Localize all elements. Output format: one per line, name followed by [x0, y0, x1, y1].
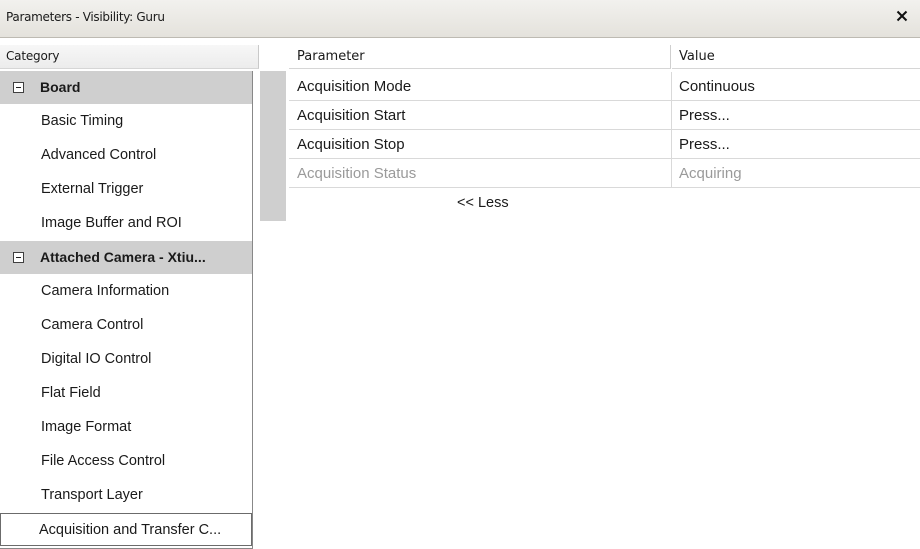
category-item-label: Advanced Control — [41, 147, 157, 163]
column-divider — [671, 130, 672, 159]
parameter-value-button[interactable]: Press... — [679, 107, 730, 124]
category-item-label: Image Format — [41, 419, 132, 435]
category-item-digital-io-control[interactable]: Digital IO Control — [0, 343, 252, 376]
category-item-transport-layer[interactable]: Transport Layer — [0, 479, 252, 512]
category-group-board[interactable]: Board — [0, 71, 252, 104]
less-link[interactable]: << Less — [457, 195, 509, 211]
parameter-name: Acquisition Stop — [297, 136, 405, 153]
category-header-label: Category — [6, 49, 60, 63]
parameter-row-acquisition-mode[interactable]: Acquisition Mode Continuous — [289, 72, 920, 101]
category-item-label: File Access Control — [41, 453, 166, 469]
parameter-column-header[interactable]: Parameter — [289, 45, 671, 69]
parameter-value-select[interactable]: Continuous — [679, 78, 755, 95]
category-item-file-access-control[interactable]: File Access Control — [0, 445, 252, 478]
row-header-gutter — [260, 71, 286, 221]
parameter-name: Acquisition Start — [297, 107, 406, 124]
category-item-label: Digital IO Control — [41, 351, 152, 367]
column-divider — [671, 159, 672, 188]
close-icon — [896, 10, 908, 26]
category-item-camera-information[interactable]: Camera Information — [0, 275, 252, 308]
category-item-label: Camera Control — [41, 317, 144, 333]
category-item-flat-field[interactable]: Flat Field — [0, 377, 252, 410]
category-item-label: Transport Layer — [41, 487, 143, 503]
parameter-row-acquisition-status: Acquisition Status Acquiring — [289, 159, 920, 188]
category-item-label: Acquisition and Transfer C... — [39, 522, 222, 538]
column-divider — [671, 72, 672, 101]
category-group-label: Board — [40, 79, 81, 95]
category-item-image-format[interactable]: Image Format — [0, 411, 252, 444]
category-item-label: Basic Timing — [41, 113, 124, 129]
parameter-row-acquisition-start[interactable]: Acquisition Start Press... — [289, 101, 920, 130]
parameter-row-acquisition-stop[interactable]: Acquisition Stop Press... — [289, 130, 920, 159]
parameter-value-readonly: Acquiring — [679, 165, 742, 182]
category-header: Category — [0, 45, 259, 69]
collapse-icon[interactable] — [13, 252, 24, 263]
category-group-label: Attached Camera - Xtiu... — [40, 249, 206, 265]
category-item-image-buffer-roi[interactable]: Image Buffer and ROI — [0, 207, 252, 240]
value-column-header[interactable]: Value — [672, 45, 920, 69]
parameter-value-button[interactable]: Press... — [679, 136, 730, 153]
collapse-icon[interactable] — [13, 82, 24, 93]
category-item-label: External Trigger — [41, 181, 144, 197]
window-title: Parameters - Visibility: Guru — [6, 10, 165, 24]
category-item-label: Image Buffer and ROI — [41, 215, 182, 231]
close-button[interactable] — [890, 6, 914, 30]
category-item-advanced-control[interactable]: Advanced Control — [0, 139, 252, 172]
value-header-label: Value — [679, 49, 715, 64]
category-group-attached-camera[interactable]: Attached Camera - Xtiu... — [0, 241, 252, 274]
category-item-label: Camera Information — [41, 283, 170, 299]
parameter-name: Acquisition Status — [297, 165, 417, 182]
parameter-name: Acquisition Mode — [297, 78, 412, 95]
category-item-acquisition-transfer[interactable]: Acquisition and Transfer C... — [0, 513, 252, 546]
title-bar: Parameters - Visibility: Guru — [0, 0, 920, 38]
parameter-header-label: Parameter — [297, 49, 365, 64]
category-item-camera-control[interactable]: Camera Control — [0, 309, 252, 342]
category-tree[interactable]: Board Basic Timing Advanced Control Exte… — [0, 71, 253, 549]
category-item-label: Flat Field — [41, 385, 101, 401]
category-item-basic-timing[interactable]: Basic Timing — [0, 105, 252, 138]
category-item-external-trigger[interactable]: External Trigger — [0, 173, 252, 206]
column-divider — [671, 101, 672, 130]
